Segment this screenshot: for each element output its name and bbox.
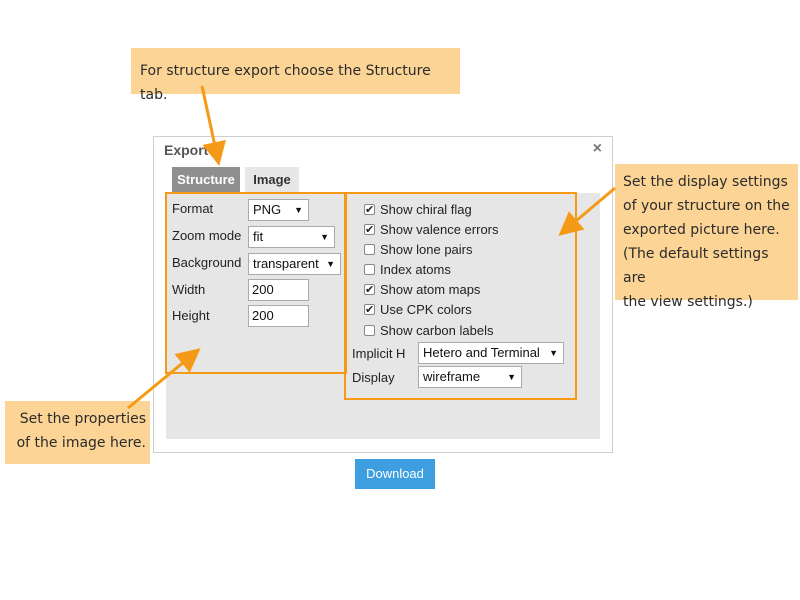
callout-image-line: Set the properties [19, 411, 146, 427]
height-input[interactable]: 200 [248, 305, 309, 327]
implicit-h-value: Hetero and Terminal [423, 345, 540, 360]
callout-image-properties: Set the properties of the image here. [5, 401, 150, 464]
callout-structure-tab-text: For structure export choose the Structur… [140, 63, 431, 103]
display-value: wireframe [423, 369, 481, 384]
show-valence-errors-label: Show valence errors [380, 222, 499, 237]
use-cpk-colors-option[interactable]: Use CPK colors [364, 301, 472, 319]
zoom-mode-select[interactable]: fit ▼ [248, 226, 335, 248]
format-value: PNG [253, 202, 282, 217]
structure-panel: Format PNG ▼ Zoom mode fit ▼ Background … [166, 193, 600, 489]
background-select[interactable]: transparent ▼ [248, 253, 341, 275]
background-label: Background [172, 255, 242, 270]
show-atom-maps-option[interactable]: Show atom maps [364, 281, 480, 299]
show-lone-pairs-option[interactable]: Show lone pairs [364, 241, 473, 259]
show-valence-errors-option[interactable]: Show valence errors [364, 221, 499, 239]
use-cpk-colors-checkbox[interactable] [364, 301, 375, 319]
export-dialog: Export × Structure Image Format PNG ▼ Zo… [153, 136, 613, 489]
dropdown-arrow-icon: ▼ [326, 259, 335, 269]
show-chiral-flag-checkbox[interactable] [364, 201, 375, 219]
width-label: Width [172, 282, 206, 297]
show-carbon-labels-label: Show carbon labels [380, 323, 494, 338]
show-valence-errors-checkbox[interactable] [364, 221, 375, 239]
show-atom-maps-label: Show atom maps [380, 282, 481, 297]
show-carbon-labels-checkbox[interactable] [364, 325, 375, 336]
dropdown-arrow-icon: ▼ [507, 372, 516, 382]
callout-display-line: the view settings.) [623, 294, 753, 310]
callout-display-line: of your structure on the [623, 198, 790, 214]
show-atom-maps-checkbox[interactable] [364, 281, 375, 299]
display-label: Display [352, 370, 395, 385]
dropdown-arrow-icon: ▼ [549, 348, 558, 358]
display-select[interactable]: wireframe ▼ [418, 366, 522, 388]
index-atoms-checkbox[interactable] [364, 264, 375, 275]
callout-display-settings: Set the display settings of your structu… [615, 164, 798, 310]
format-select[interactable]: PNG ▼ [248, 199, 309, 221]
callout-image-line: of the image here. [16, 435, 146, 451]
index-atoms-option[interactable]: Index atoms [364, 261, 451, 279]
implicit-h-label: Implicit H [352, 346, 406, 361]
dropdown-arrow-icon: ▼ [320, 232, 329, 242]
dropdown-arrow-icon: ▼ [294, 205, 303, 215]
show-lone-pairs-label: Show lone pairs [380, 242, 473, 257]
callout-structure-tab: For structure export choose the Structur… [131, 48, 460, 103]
implicit-h-select[interactable]: Hetero and Terminal ▼ [418, 342, 564, 364]
zoom-mode-value: fit [253, 229, 264, 244]
height-label: Height [172, 308, 210, 323]
format-label: Format [172, 201, 214, 216]
index-atoms-label: Index atoms [380, 262, 451, 277]
dialog-title: Export [164, 142, 209, 158]
callout-display-line: Set the display settings [623, 174, 788, 190]
use-cpk-colors-label: Use CPK colors [380, 302, 472, 317]
tab-image[interactable]: Image [245, 167, 299, 193]
download-button[interactable]: Download [355, 459, 435, 489]
width-input[interactable]: 200 [248, 279, 309, 301]
show-carbon-labels-option[interactable]: Show carbon labels [364, 322, 493, 340]
close-icon[interactable]: × [593, 141, 602, 157]
callout-display-line: exported picture here. [623, 222, 780, 238]
show-lone-pairs-checkbox[interactable] [364, 244, 375, 255]
tab-structure[interactable]: Structure [172, 167, 240, 193]
callout-display-line: (The default settings are [623, 246, 769, 286]
background-value: transparent [253, 256, 319, 271]
zoom-mode-label: Zoom mode [172, 228, 242, 243]
show-chiral-flag-label: Show chiral flag [380, 202, 472, 217]
show-chiral-flag-option[interactable]: Show chiral flag [364, 201, 472, 219]
